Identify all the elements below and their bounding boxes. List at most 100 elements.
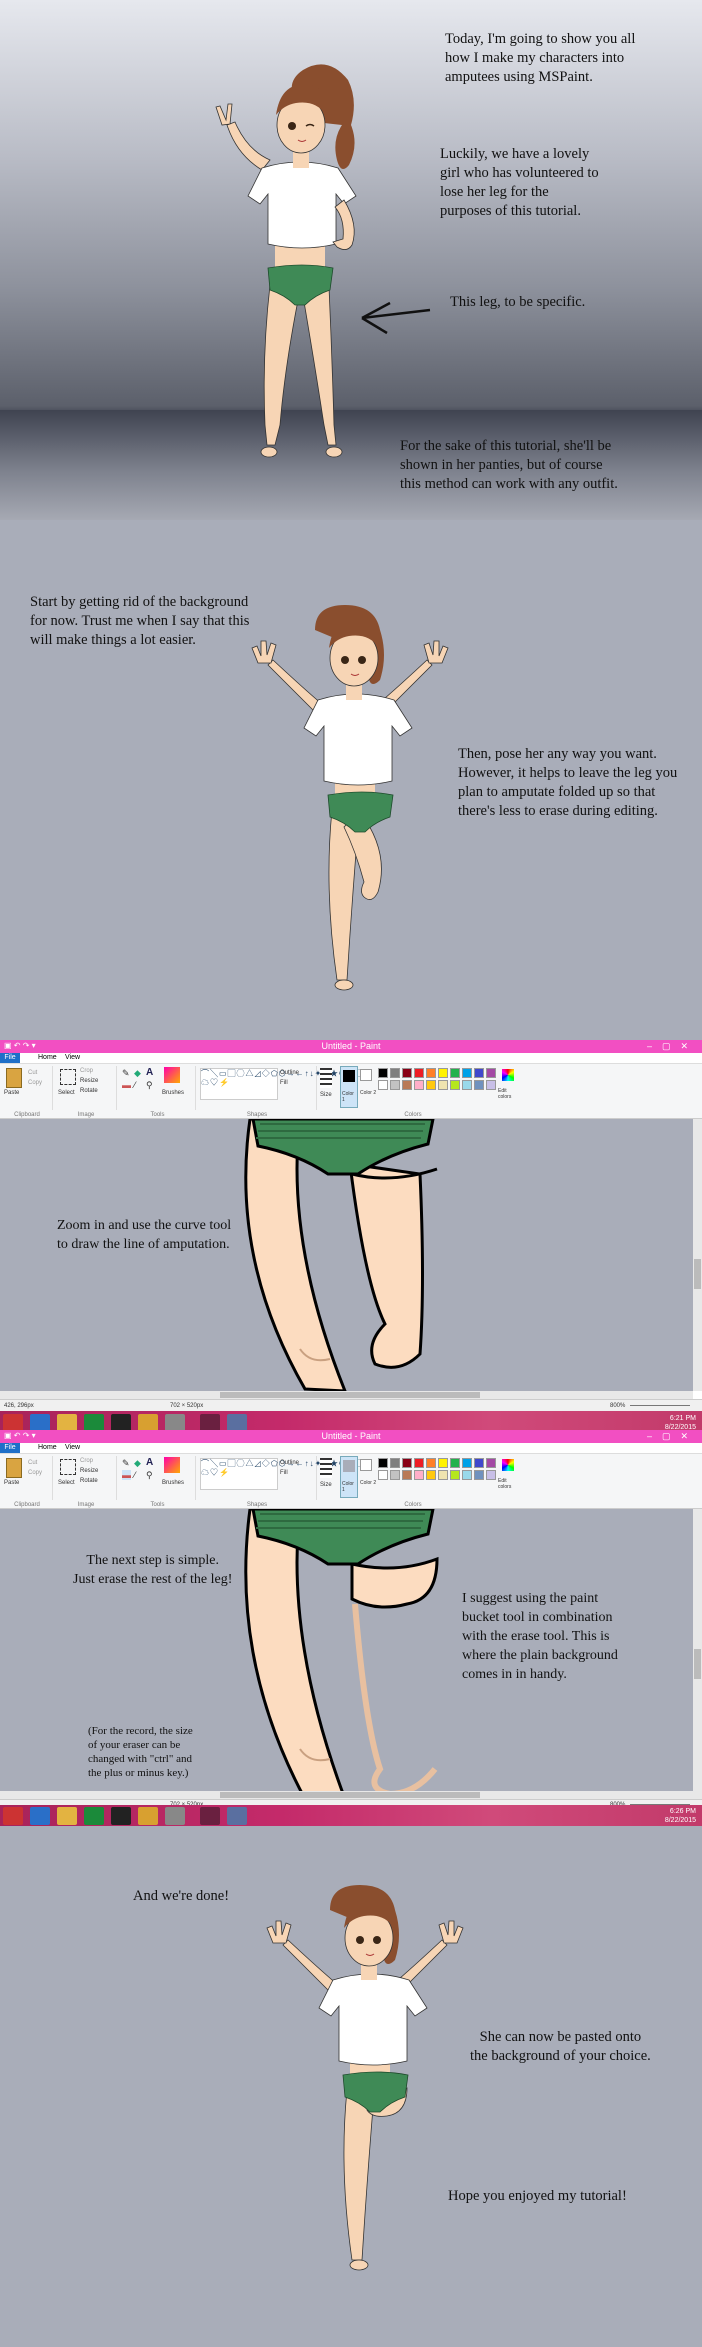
zoom-slider[interactable]: [630, 1405, 690, 1406]
color-palette[interactable]: [378, 1068, 498, 1092]
horizontal-scrollbar[interactable]: [0, 1391, 693, 1399]
color2-selector[interactable]: [360, 1459, 372, 1471]
edit-colors-icon[interactable]: [502, 1459, 514, 1471]
paste-button[interactable]: Paste: [4, 1480, 19, 1486]
color-swatch[interactable]: [474, 1470, 484, 1480]
paint-taskbar-icon[interactable]: [227, 1807, 247, 1825]
color-swatch[interactable]: [402, 1068, 412, 1078]
brushes-button[interactable]: Brushes: [162, 1090, 184, 1096]
color-picker-icon[interactable]: ⁄: [134, 1470, 136, 1480]
ie-icon[interactable]: [30, 1807, 50, 1825]
color-swatch[interactable]: [414, 1068, 424, 1078]
edit-colors-button[interactable]: Edit colors: [498, 1478, 511, 1490]
resize-button[interactable]: Resize: [80, 1078, 98, 1084]
select-button[interactable]: Select: [58, 1090, 75, 1096]
cut-button[interactable]: Cut: [28, 1070, 37, 1076]
color-palette[interactable]: [378, 1458, 498, 1482]
color-swatch[interactable]: [486, 1080, 496, 1090]
color-swatch[interactable]: [474, 1458, 484, 1468]
app-icon[interactable]: [165, 1807, 185, 1825]
color-swatch[interactable]: [462, 1470, 472, 1480]
color-swatch[interactable]: [438, 1068, 448, 1078]
color-swatch[interactable]: [438, 1470, 448, 1480]
color-swatch[interactable]: [390, 1068, 400, 1078]
color-swatch[interactable]: [486, 1458, 496, 1468]
color-swatch[interactable]: [462, 1080, 472, 1090]
color-swatch[interactable]: [402, 1080, 412, 1090]
brushes-button[interactable]: Brushes: [162, 1480, 184, 1486]
tab-file[interactable]: File: [0, 1053, 20, 1063]
paste-icon[interactable]: [6, 1068, 22, 1088]
shapes-gallery[interactable]: ⌒╲▭▢◯△◿◇⬠⬡→←↑↓✦✧★✪▭◯◻☁♡⚡: [200, 1458, 371, 1490]
edit-colors-icon[interactable]: [502, 1069, 514, 1081]
color-swatch[interactable]: [438, 1080, 448, 1090]
color2-selector[interactable]: [360, 1069, 372, 1081]
color-swatch[interactable]: [390, 1470, 400, 1480]
size-button[interactable]: Size: [320, 1092, 332, 1098]
paint-canvas[interactable]: The next step is simple. Just erase the r…: [0, 1509, 693, 1799]
amazon-icon[interactable]: [111, 1807, 131, 1825]
brushes-icon[interactable]: [164, 1067, 180, 1083]
edit-colors-button[interactable]: Edit colors: [498, 1088, 511, 1100]
brushes-icon[interactable]: [164, 1457, 180, 1473]
fill-button[interactable]: Fill: [280, 1470, 288, 1476]
size-icon[interactable]: [320, 1458, 332, 1478]
color-swatch[interactable]: [402, 1470, 412, 1480]
rotate-button[interactable]: Rotate: [80, 1478, 98, 1484]
crop-button[interactable]: Crop: [80, 1068, 93, 1074]
tab-view[interactable]: View: [65, 1444, 80, 1451]
rotate-button[interactable]: Rotate: [80, 1088, 98, 1094]
color-swatch[interactable]: [414, 1458, 424, 1468]
color1-selector[interactable]: Color 1: [340, 1066, 358, 1108]
color-swatch[interactable]: [414, 1080, 424, 1090]
color-swatch[interactable]: [486, 1068, 496, 1078]
window-controls[interactable]: –▢✕: [647, 1431, 698, 1442]
color-swatch[interactable]: [378, 1080, 388, 1090]
eraser-icon[interactable]: ▬: [122, 1080, 131, 1090]
color-swatch[interactable]: [450, 1068, 460, 1078]
text-tool-icon[interactable]: A: [146, 1067, 153, 1078]
color1-selector[interactable]: Color 1: [340, 1456, 358, 1498]
size-button[interactable]: Size: [320, 1482, 332, 1488]
select-button[interactable]: Select: [58, 1480, 75, 1486]
color-swatch[interactable]: [414, 1470, 424, 1480]
copy-button[interactable]: Copy: [28, 1470, 42, 1476]
cut-button[interactable]: Cut: [28, 1460, 37, 1466]
color-swatch[interactable]: [450, 1470, 460, 1480]
color-swatch[interactable]: [474, 1068, 484, 1078]
color-swatch[interactable]: [402, 1458, 412, 1468]
color-swatch[interactable]: [390, 1080, 400, 1090]
pencil-icon[interactable]: ✎: [122, 1458, 130, 1469]
vertical-scrollbar[interactable]: [693, 1119, 702, 1391]
fill-button[interactable]: Fill: [280, 1080, 288, 1086]
tab-home[interactable]: Home: [38, 1444, 57, 1451]
color-swatch[interactable]: [462, 1458, 472, 1468]
color-swatch[interactable]: [474, 1080, 484, 1090]
store-icon[interactable]: [84, 1807, 104, 1825]
eraser-icon[interactable]: ▬: [122, 1470, 131, 1480]
folder-icon[interactable]: [57, 1807, 77, 1825]
color-swatch[interactable]: [378, 1458, 388, 1468]
tab-view[interactable]: View: [65, 1054, 80, 1061]
chrome-icon[interactable]: [138, 1807, 158, 1825]
vertical-scrollbar[interactable]: [693, 1509, 702, 1799]
fill-bucket-icon[interactable]: ◆: [134, 1068, 141, 1079]
color-swatch[interactable]: [426, 1470, 436, 1480]
color-swatch[interactable]: [426, 1458, 436, 1468]
size-icon[interactable]: [320, 1068, 332, 1088]
color-picker-icon[interactable]: ⁄: [134, 1080, 136, 1090]
outline-button[interactable]: Outline: [280, 1070, 299, 1076]
paste-icon[interactable]: [6, 1458, 22, 1478]
resize-button[interactable]: Resize: [80, 1468, 98, 1474]
window-controls[interactable]: –▢✕: [647, 1041, 698, 1052]
shapes-gallery[interactable]: ⌒╲▭▢◯△◿◇⬠⬡→←↑↓✦✧★✪▭◯◻☁♡⚡: [200, 1068, 371, 1100]
outline-button[interactable]: Outline: [280, 1460, 299, 1466]
paint-canvas[interactable]: Zoom in and use the curve tool to draw th…: [0, 1119, 693, 1391]
select-icon[interactable]: [60, 1459, 76, 1475]
color-swatch[interactable]: [450, 1080, 460, 1090]
magnifier-icon[interactable]: ⚲: [146, 1080, 153, 1091]
magnifier-icon[interactable]: ⚲: [146, 1470, 153, 1481]
paste-button[interactable]: Paste: [4, 1090, 19, 1096]
color-swatch[interactable]: [486, 1470, 496, 1480]
color-swatch[interactable]: [378, 1470, 388, 1480]
